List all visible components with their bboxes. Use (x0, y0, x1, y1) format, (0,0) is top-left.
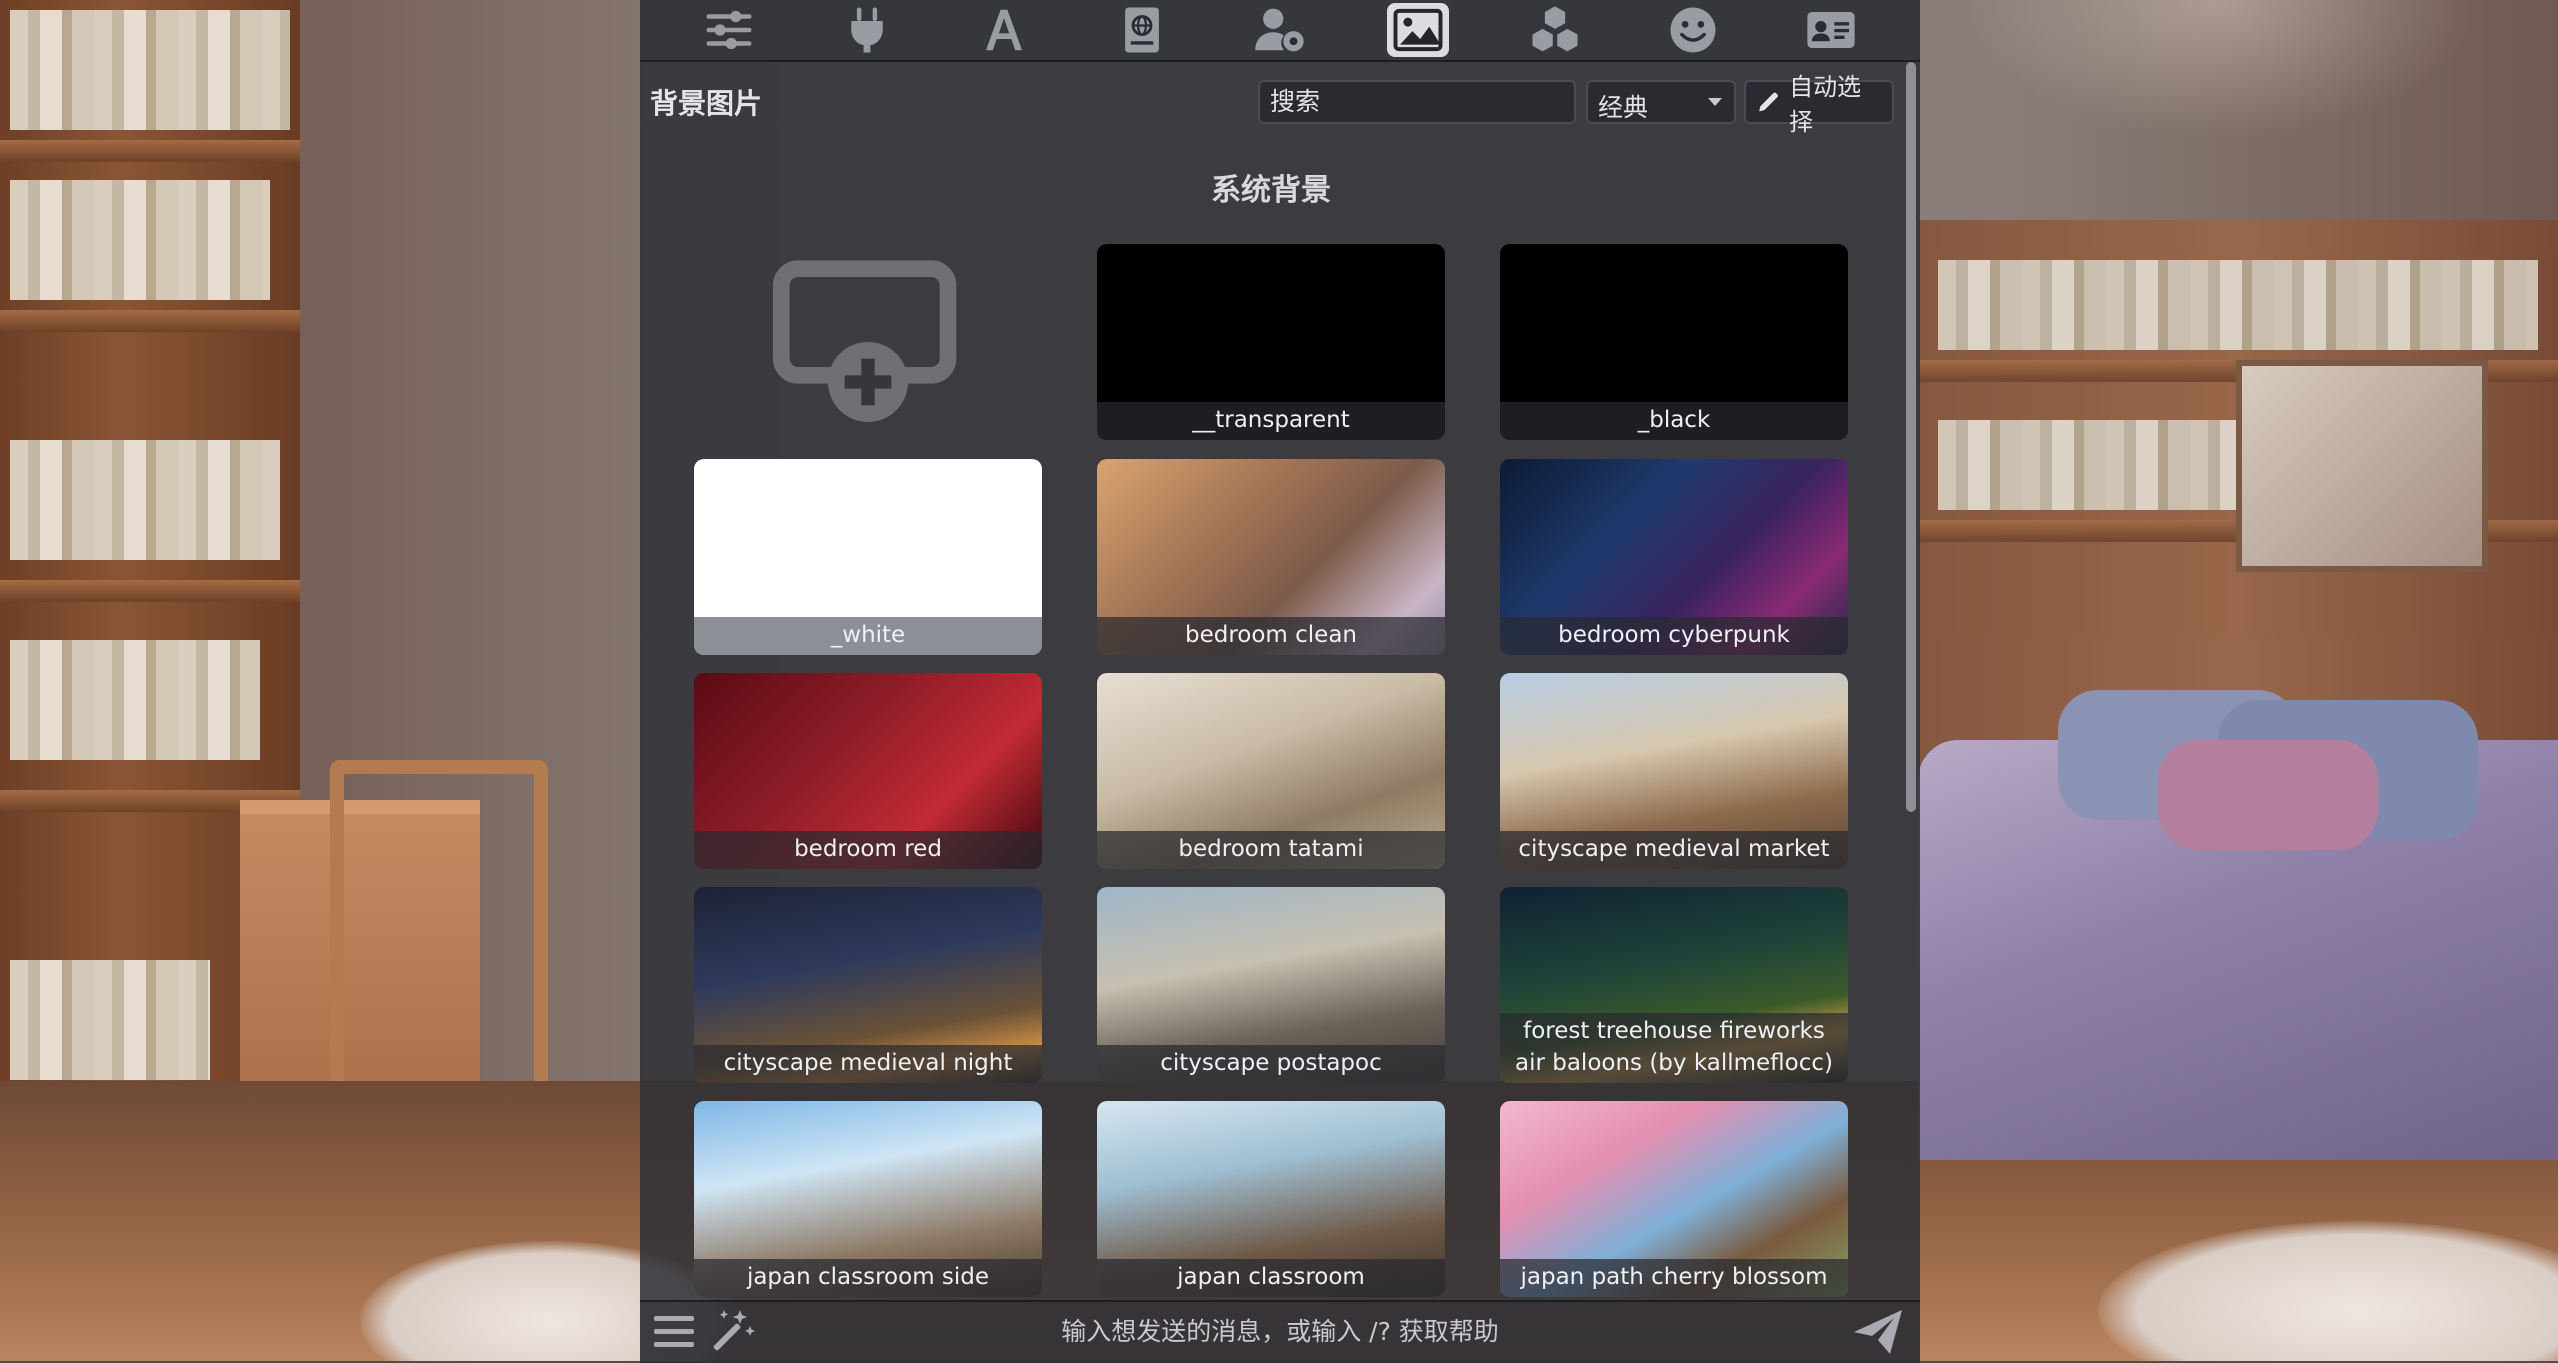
books (10, 640, 260, 760)
text-a-icon[interactable] (973, 3, 1035, 57)
background-tile-label: bedroom red (694, 831, 1042, 869)
magic-wand-icon[interactable] (706, 1308, 756, 1356)
shelf-board (0, 580, 300, 602)
panel-title: 背景图片 (650, 87, 763, 120)
background-tile-label: cityscape postapoc (1097, 1045, 1445, 1083)
auto-select-label: 自动选择 (1789, 73, 1862, 136)
top-navigation-bar (640, 0, 1920, 60)
background-tile[interactable]: japan classroom side (694, 1101, 1042, 1297)
books (10, 440, 280, 560)
shelf-board (0, 140, 300, 162)
shelf-board (0, 310, 300, 332)
sort-select-value: 经典 (1598, 93, 1649, 122)
id-card-icon[interactable] (1800, 3, 1862, 57)
chevron-down-icon (1708, 98, 1722, 106)
background-tile-label: bedroom cyberpunk (1500, 617, 1848, 655)
book-globe-icon[interactable] (1111, 3, 1173, 57)
section-title: 系统背景 (1211, 173, 1331, 208)
background-tile[interactable]: bedroom red (694, 673, 1042, 869)
books (10, 10, 290, 130)
background-tile[interactable]: _black (1500, 244, 1848, 440)
message-bar (640, 1300, 1920, 1363)
search-input[interactable] (1258, 80, 1576, 124)
message-input[interactable] (770, 1308, 1790, 1354)
sliders-icon[interactable] (698, 3, 760, 57)
send-icon[interactable] (1850, 1306, 1906, 1358)
background-tile-label: forest treehouse fireworks air baloons (… (1500, 1013, 1848, 1083)
background-tile-label: bedroom tatami (1097, 831, 1445, 869)
books (10, 180, 270, 300)
background-tile-label: _black (1500, 402, 1848, 440)
ceiling-light (1958, 0, 2478, 140)
background-tile-label: japan classroom side (694, 1259, 1042, 1297)
sort-select[interactable]: 经典 (1586, 80, 1736, 124)
scrollbar[interactable] (1906, 62, 1916, 812)
pencil-icon (1759, 92, 1778, 112)
background-tile[interactable]: japan classroom (1097, 1101, 1445, 1297)
background-tile-label: __transparent (1097, 402, 1445, 440)
auto-select-button[interactable]: 自动选择 (1744, 73, 1894, 136)
wall-painting (2236, 360, 2488, 572)
plug-icon[interactable] (836, 3, 898, 57)
background-tile-label: japan path cherry blossom (1500, 1259, 1848, 1297)
background-tile-label: cityscape medieval night (694, 1045, 1042, 1083)
background-tile[interactable]: bedroom clean (1097, 459, 1445, 655)
background-tile[interactable]: cityscape medieval night (694, 887, 1042, 1083)
books (10, 960, 210, 1080)
background-tile[interactable]: cityscape postapoc (1097, 887, 1445, 1083)
books (1938, 260, 2538, 350)
background-tile[interactable]: japan path cherry blossom (1500, 1101, 1848, 1297)
background-tile[interactable]: _white (694, 459, 1042, 655)
add-background-button[interactable] (694, 244, 1042, 440)
background-tile[interactable]: forest treehouse fireworks air baloons (… (1500, 887, 1848, 1083)
image-landscape-icon[interactable] (1386, 3, 1449, 57)
cubes-icon[interactable] (1524, 3, 1586, 57)
background-tile[interactable]: bedroom cyberpunk (1500, 459, 1848, 655)
background-images-panel: 背景图片 经典 自动选择 系统背景 __transparent _black _… (640, 60, 1920, 1302)
background-tile-label: _white (694, 617, 1042, 655)
background-tile[interactable]: __transparent (1097, 244, 1445, 440)
smiley-icon[interactable] (1662, 3, 1724, 57)
background-tile-label: bedroom clean (1097, 617, 1445, 655)
user-gear-icon[interactable] (1249, 3, 1311, 57)
background-tile-label: cityscape medieval market (1500, 831, 1848, 869)
add-image-icon (773, 260, 957, 422)
background-tile[interactable]: cityscape medieval market (1500, 673, 1848, 869)
menu-icon[interactable] (652, 1312, 696, 1352)
background-tile[interactable]: bedroom tatami (1097, 673, 1445, 869)
pillow (2158, 740, 2378, 850)
background-tile-label: japan classroom (1097, 1259, 1445, 1297)
